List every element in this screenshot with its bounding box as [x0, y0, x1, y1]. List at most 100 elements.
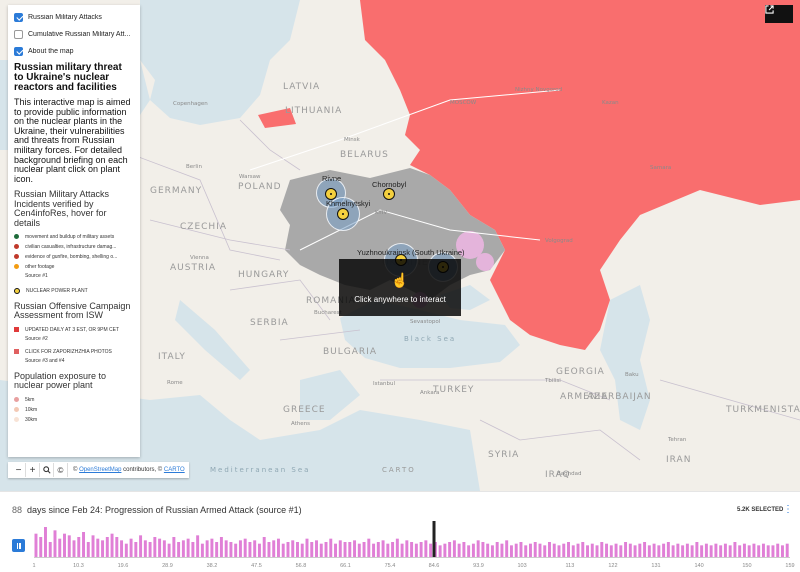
- timeline-bar[interactable]: [590, 543, 594, 557]
- timeline-bar[interactable]: [666, 542, 670, 557]
- timeline-bar[interactable]: [181, 540, 185, 557]
- timeline-bar[interactable]: [643, 542, 647, 557]
- timeline-bar[interactable]: [153, 537, 157, 557]
- timeline-bar[interactable]: [343, 542, 347, 557]
- timeline-bar[interactable]: [229, 542, 233, 557]
- timeline-bar[interactable]: [543, 545, 547, 557]
- timeline-bar[interactable]: [438, 545, 442, 557]
- timeline-bar[interactable]: [457, 543, 461, 557]
- timeline-bar[interactable]: [67, 535, 71, 557]
- timeline-bar[interactable]: [82, 532, 86, 557]
- timeline-bar[interactable]: [490, 545, 494, 557]
- timeline-bar[interactable]: [300, 543, 304, 557]
- timeline-bar[interactable]: [533, 542, 537, 557]
- timeline-bar[interactable]: [296, 542, 299, 557]
- timeline-bar[interactable]: [452, 540, 456, 557]
- timeline-bar[interactable]: [210, 538, 214, 557]
- timeline-bar[interactable]: [372, 543, 376, 557]
- timeline-bar[interactable]: [657, 545, 661, 557]
- timeline-bar[interactable]: [728, 545, 732, 557]
- source-link[interactable]: Source #1: [25, 272, 134, 281]
- timeline-bar[interactable]: [671, 545, 675, 557]
- timeline-bar[interactable]: [500, 543, 504, 557]
- timeline-bar[interactable]: [695, 542, 699, 557]
- timeline-bar[interactable]: [771, 545, 775, 557]
- timeline-bar[interactable]: [353, 540, 357, 557]
- timeline-bar[interactable]: [524, 545, 528, 557]
- timeline-bar[interactable]: [386, 543, 390, 557]
- checkbox[interactable]: [14, 46, 23, 56]
- timeline-bar[interactable]: [362, 542, 366, 557]
- timeline-bar[interactable]: [761, 543, 765, 557]
- osm-link[interactable]: OpenStreetMap: [79, 467, 121, 473]
- timeline-bar[interactable]: [191, 542, 195, 557]
- timeline-bar[interactable]: [785, 543, 789, 557]
- timeline-bar[interactable]: [471, 543, 475, 557]
- timeline-bar[interactable]: [86, 542, 90, 557]
- timeline-cursor[interactable]: [432, 521, 436, 557]
- timeline-bar[interactable]: [177, 542, 181, 557]
- timeline-bar[interactable]: [766, 545, 770, 557]
- timeline-bar[interactable]: [48, 542, 52, 557]
- timeline-bar[interactable]: [234, 543, 238, 557]
- timeline-bar[interactable]: [528, 543, 532, 557]
- timeline-bar[interactable]: [586, 545, 590, 557]
- timeline-bar[interactable]: [291, 540, 295, 557]
- timeline-bar[interactable]: [495, 542, 499, 557]
- timeline-bar[interactable]: [286, 542, 290, 557]
- timeline-bar[interactable]: [462, 542, 466, 557]
- nuclear-plant-icon[interactable]: [337, 208, 349, 220]
- timeline-bar[interactable]: [167, 543, 171, 557]
- source-link[interactable]: Source #3 and #4: [25, 357, 134, 366]
- timeline-bar[interactable]: [609, 545, 613, 557]
- timeline-bar[interactable]: [381, 540, 385, 557]
- timeline-bar[interactable]: [514, 543, 518, 557]
- timeline-bar[interactable]: [238, 540, 242, 557]
- timeline-bar[interactable]: [595, 545, 599, 557]
- timeline-bar[interactable]: [723, 543, 727, 557]
- copyright-icon[interactable]: ©: [54, 463, 68, 477]
- timeline-bar[interactable]: [158, 538, 162, 557]
- timeline-bar[interactable]: [219, 537, 223, 557]
- timeline-bar[interactable]: [120, 540, 124, 557]
- timeline-bar[interactable]: [329, 538, 333, 557]
- timeline-bar[interactable]: [253, 540, 257, 557]
- timeline-bar[interactable]: [281, 543, 285, 557]
- timeline-bar[interactable]: [742, 543, 746, 557]
- timeline-bar[interactable]: [486, 543, 490, 557]
- timeline-bar[interactable]: [395, 538, 399, 557]
- timeline-bar[interactable]: [690, 545, 694, 557]
- timeline-bar[interactable]: [257, 543, 261, 557]
- timeline-bar[interactable]: [443, 543, 447, 557]
- timeline-bar[interactable]: [757, 545, 761, 557]
- timeline-bar[interactable]: [780, 545, 784, 557]
- timeline-bar[interactable]: [410, 542, 414, 557]
- timeline-bar[interactable]: [367, 538, 371, 557]
- timeline-bar[interactable]: [505, 540, 509, 557]
- carto-link[interactable]: CARTO: [164, 467, 185, 473]
- timeline-bar[interactable]: [405, 540, 409, 557]
- timeline-bar[interactable]: [134, 542, 138, 557]
- pause-button[interactable]: [12, 539, 25, 552]
- timeline-bar[interactable]: [305, 538, 309, 557]
- timeline-bar[interactable]: [738, 545, 742, 557]
- timeline-bar[interactable]: [709, 545, 713, 557]
- timeline-bar[interactable]: [476, 540, 480, 557]
- timeline-bar[interactable]: [552, 543, 556, 557]
- timeline-chart[interactable]: 1 10.3 19.6 28.9 38.2 47.5 56.8 66.1 75.4 84.6 93.…: [0, 492, 800, 572]
- timeline-bar[interactable]: [129, 538, 133, 557]
- timeline-bar[interactable]: [419, 542, 423, 557]
- timeline-bar[interactable]: [34, 533, 38, 557]
- layer-toggle-attacks[interactable]: Russian Military Attacks: [14, 9, 134, 25]
- source-link[interactable]: Source #2: [25, 335, 134, 344]
- timeline-bar[interactable]: [647, 545, 651, 557]
- timeline-bar[interactable]: [110, 533, 114, 557]
- timeline-bar[interactable]: [196, 535, 200, 557]
- timeline-bar[interactable]: [747, 545, 751, 557]
- timeline-bar[interactable]: [162, 540, 166, 557]
- timeline-bar[interactable]: [357, 543, 361, 557]
- timeline-bar[interactable]: [448, 542, 452, 557]
- timeline-bar[interactable]: [143, 540, 147, 557]
- timeline-bar[interactable]: [429, 543, 433, 557]
- timeline-bar[interactable]: [96, 538, 100, 557]
